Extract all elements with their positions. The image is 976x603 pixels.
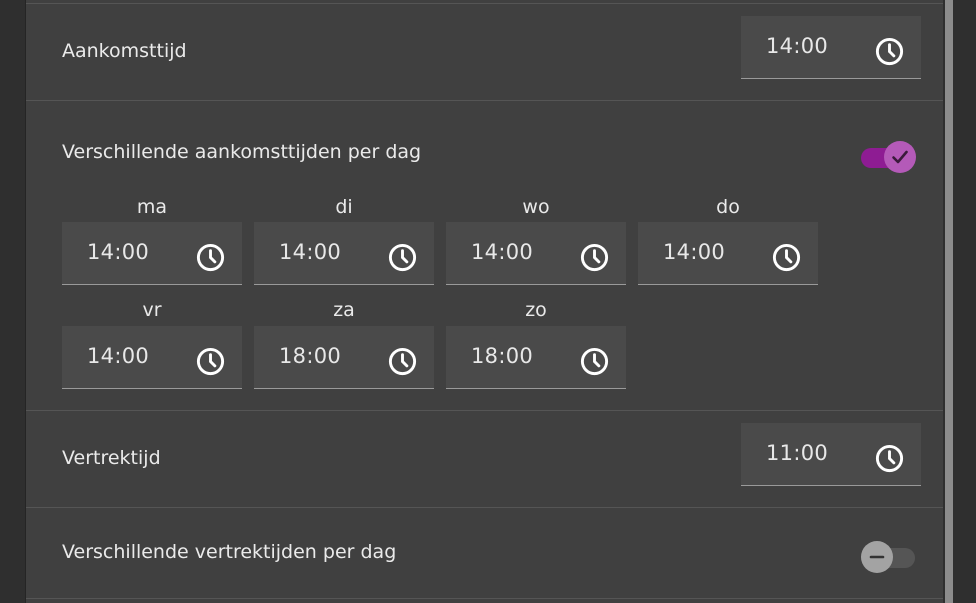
clock-icon[interactable] <box>771 242 802 273</box>
toggle-knob <box>861 541 893 573</box>
departure-per-day-label: Verschillende vertrektijden per dag <box>62 541 397 563</box>
day-label-wo: wo <box>522 196 550 218</box>
clock-icon[interactable] <box>579 242 610 273</box>
settings-panel: Aankomsttijd 14:00 Verschillende aankoms… <box>25 0 943 603</box>
day-time-value: 14:00 <box>279 240 342 264</box>
divider <box>26 507 943 508</box>
departure-label: Vertrektijd <box>62 447 161 469</box>
day-time-input-di[interactable]: 14:00 <box>254 222 434 285</box>
day-time-input-vr[interactable]: 14:00 <box>62 326 242 389</box>
minus-icon <box>869 555 885 559</box>
day-time-value: 18:00 <box>471 344 534 368</box>
divider <box>26 598 943 599</box>
scrollbar-thumb[interactable] <box>945 0 953 603</box>
arrival-per-day-label: Verschillende aankomsttijden per dag <box>62 141 422 163</box>
day-time-input-ma[interactable]: 14:00 <box>62 222 242 285</box>
arrival-per-day-toggle[interactable] <box>861 138 917 173</box>
day-time-value: 14:00 <box>87 344 150 368</box>
departure-per-day-toggle[interactable] <box>861 538 917 573</box>
day-time-input-wo[interactable]: 14:00 <box>446 222 626 285</box>
check-icon <box>892 150 908 164</box>
day-label-zo: zo <box>525 299 547 321</box>
day-label-di: di <box>335 196 353 218</box>
day-time-value: 14:00 <box>663 240 726 264</box>
day-label-ma: ma <box>136 196 168 218</box>
clock-icon[interactable] <box>874 443 905 474</box>
day-time-input-za[interactable]: 18:00 <box>254 326 434 389</box>
clock-icon[interactable] <box>579 346 610 377</box>
divider <box>26 100 943 101</box>
top-divider <box>26 3 943 4</box>
toggle-knob <box>884 141 916 173</box>
clock-icon[interactable] <box>195 242 226 273</box>
day-time-input-zo[interactable]: 18:00 <box>446 326 626 389</box>
clock-icon[interactable] <box>195 346 226 377</box>
departure-time-value: 11:00 <box>766 441 829 465</box>
day-time-value: 18:00 <box>279 344 342 368</box>
day-label-vr: vr <box>142 299 162 321</box>
arrival-label: Aankomsttijd <box>62 40 187 62</box>
day-time-value: 14:00 <box>471 240 534 264</box>
arrival-time-value: 14:00 <box>766 34 829 58</box>
day-time-value: 14:00 <box>87 240 150 264</box>
day-label-do: do <box>716 196 740 218</box>
divider <box>26 410 943 411</box>
departure-time-input[interactable]: 11:00 <box>741 423 921 486</box>
arrival-time-input[interactable]: 14:00 <box>741 16 921 79</box>
clock-icon[interactable] <box>387 242 418 273</box>
day-label-za: za <box>333 299 355 321</box>
day-time-input-do[interactable]: 14:00 <box>638 222 818 285</box>
clock-icon[interactable] <box>874 36 905 67</box>
clock-icon[interactable] <box>387 346 418 377</box>
